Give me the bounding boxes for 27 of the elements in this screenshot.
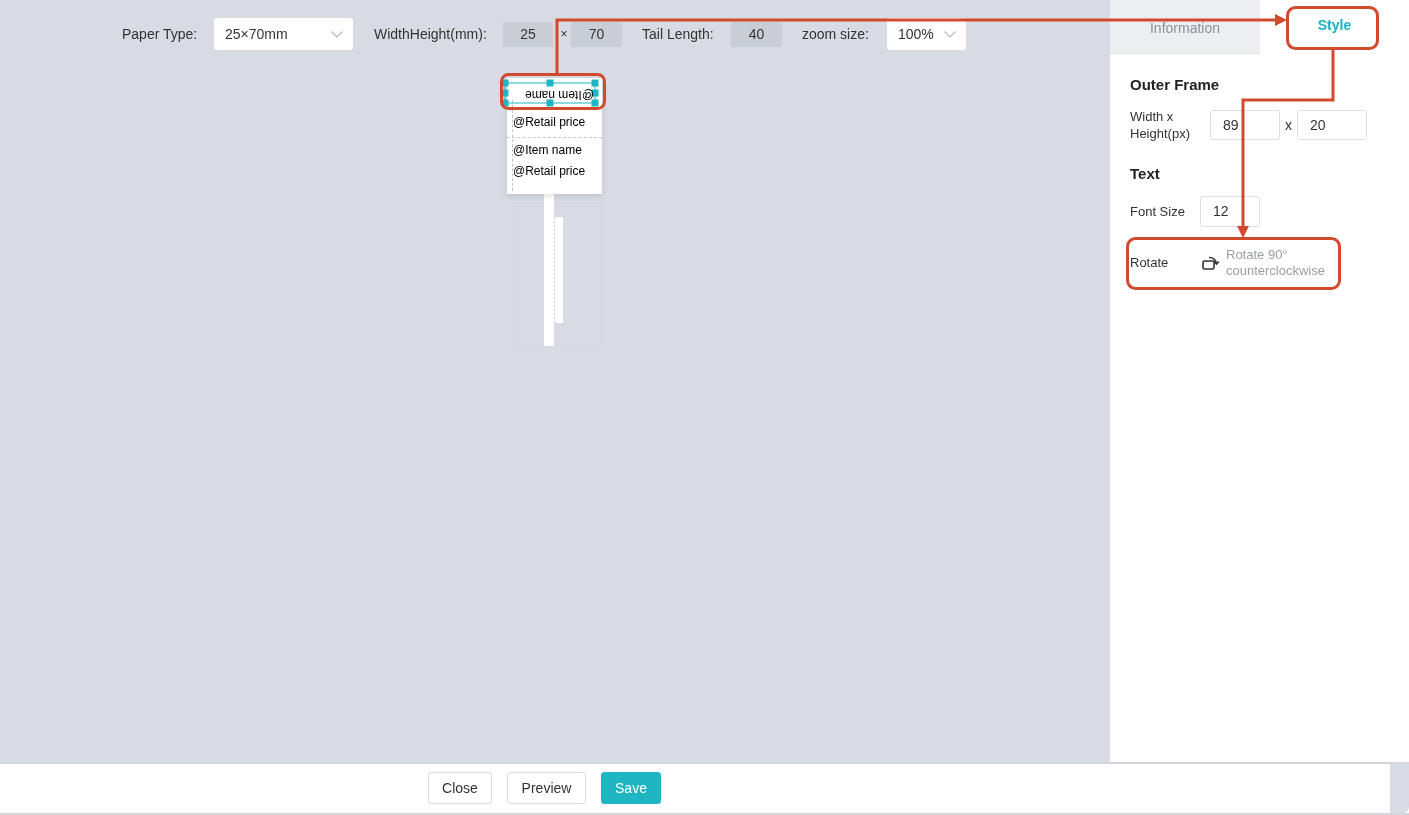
rotate-icon <box>1202 256 1220 270</box>
zoom-size-label: zoom size: <box>802 25 869 42</box>
chevron-down-icon <box>944 30 956 38</box>
tail-length-label: Tail Length: <box>642 25 714 42</box>
width-input[interactable]: 89 <box>1210 110 1280 140</box>
paper-type-label: Paper Type: <box>122 25 198 42</box>
height-input[interactable]: 20 <box>1297 110 1367 140</box>
paper-type-select[interactable]: 25×70mm <box>214 18 353 50</box>
footer-button[interactable]: Close <box>428 772 492 804</box>
tail-length-input[interactable]: 40 <box>731 21 782 47</box>
chevron-down-icon <box>331 30 343 38</box>
label-field-text[interactable]: @Retail price <box>513 114 586 130</box>
section-title: Text <box>1130 165 1161 183</box>
selection-frame[interactable] <box>501 79 599 107</box>
footer-button[interactable]: Preview <box>507 772 586 804</box>
times-sign: x <box>1285 115 1292 135</box>
rotate-label: Rotate <box>1130 254 1170 273</box>
size-label: WidthHeight(mm): <box>374 25 487 42</box>
label-field-text[interactable]: @Item name <box>513 142 582 158</box>
width-input[interactable]: 25 <box>503 21 553 47</box>
height-input[interactable]: 70 <box>571 21 622 47</box>
times-sign: × <box>560 26 568 43</box>
section-title: Outer Frame <box>1130 76 1221 94</box>
label-field-text[interactable]: @Retail price <box>513 163 586 179</box>
size-label: Width x Height(px) <box>1130 108 1191 142</box>
zoom-size-select[interactable]: 100% <box>887 18 966 50</box>
font-size-label: Font Size <box>1130 202 1186 221</box>
